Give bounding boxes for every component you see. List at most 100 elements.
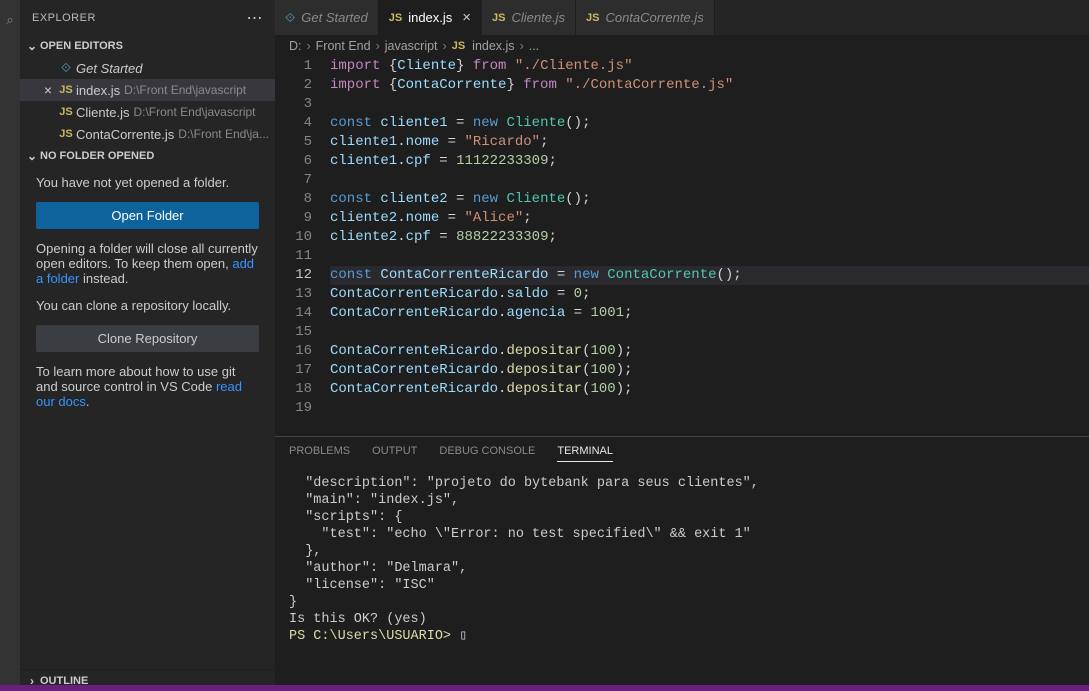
code-line[interactable]: ContaCorrenteRicardo.agencia = 1001; [330,304,1089,323]
js-file-icon: JS [56,84,76,96]
files-icon[interactable]: ⌕ [0,10,20,30]
line-number: 5 [275,133,312,152]
clone-repository-button[interactable]: Clone Repository [36,325,259,352]
editor-item-name: ContaCorrente.js [76,127,174,142]
docs-text: To learn more about how to use git and s… [36,364,259,409]
line-number: 10 [275,228,312,247]
terminal-output[interactable]: "description": "projeto do bytebank para… [275,469,1089,691]
tab-problems[interactable]: PROBLEMS [289,445,350,461]
js-file-icon: JS [56,106,76,118]
editor-item-name: Get Started [76,61,142,76]
code-line[interactable]: import {Cliente} from "./Cliente.js" [330,57,1089,76]
line-number: 9 [275,209,312,228]
chevron-right-icon: › [374,39,382,53]
tab-label: Get Started [301,10,367,25]
code-line[interactable] [330,171,1089,190]
vscode-icon: ⟐ [285,10,295,26]
editor-item-name: index.js [76,83,120,98]
code-line[interactable] [330,247,1089,266]
editor-tab[interactable]: JSContaCorrente.js [576,0,715,35]
terminal-prompt[interactable]: PS C:\Users\USUARIO> ▯ [289,628,1075,645]
terminal-line: "test": "echo \"Error: no test specified… [289,526,1075,543]
code-line[interactable]: cliente2.cpf = 88822233309; [330,228,1089,247]
tab-output[interactable]: OUTPUT [372,445,417,461]
breadcrumb-segment[interactable]: Front End [316,39,371,53]
vscode-icon: ⟐ [56,60,76,76]
js-file-icon: JS [56,128,76,140]
close-icon[interactable]: × [40,82,56,98]
code-line[interactable]: cliente2.nome = "Alice"; [330,209,1089,228]
line-number: 19 [275,399,312,418]
activity-bar: ⌕ [0,0,20,691]
terminal-line: Is this OK? (yes) [289,611,1075,628]
terminal-line: "main": "index.js", [289,492,1075,509]
terminal-line: } [289,594,1075,611]
editor-tab[interactable]: JS Cliente.js [482,0,576,35]
editor-item-path: D:\Front End\javascript [124,83,246,97]
code-line[interactable]: ContaCorrenteRicardo.depositar(100); [330,361,1089,380]
line-number: 3 [275,95,312,114]
code-line[interactable] [330,323,1089,342]
tab-label: Cliente.js [512,10,565,25]
code-editor[interactable]: 12345678910111213141516171819 import {Cl… [275,57,1089,436]
editor-item-name: Cliente.js [76,105,129,120]
tab-bar: ⟐ Get Started JS index.js × JS Cliente.jsJSCon… [275,0,1089,35]
open-editor-item[interactable]: ×JSindex.js D:\Front End\javascript [20,79,275,101]
code-line[interactable]: const cliente2 = new Cliente(); [330,190,1089,209]
code-line[interactable]: ContaCorrenteRicardo.depositar(100); [330,342,1089,361]
open-editors-header[interactable]: ⌄ OPEN EDITORS [20,35,275,57]
breadcrumb-segment[interactable]: ... [529,39,539,53]
js-file-icon: JS [452,40,465,52]
code-line[interactable]: const cliente1 = new Cliente(); [330,114,1089,133]
line-number: 2 [275,76,312,95]
open-editors-list: ⟐Get Started×JSindex.jsD:\Front End\java… [20,57,275,145]
tab-label: index.js [408,10,452,25]
line-number: 15 [275,323,312,342]
js-file-icon: JS [492,12,505,24]
close-icon[interactable]: × [462,9,471,26]
status-bar[interactable] [0,685,1089,691]
line-number: 8 [275,190,312,209]
line-number: 11 [275,247,312,266]
code-line[interactable]: cliente1.nome = "Ricardo"; [330,133,1089,152]
main-area: ⟐Get StartedJSindex.js×JSCliente.jsJSCon… [275,0,1089,691]
breadcrumb-segment[interactable]: D: [289,39,302,53]
line-number: 14 [275,304,312,323]
editor-item-path: D:\Front End\javascript [133,105,255,119]
code-line[interactable]: ContaCorrenteRicardo.depositar(100); [330,380,1089,399]
breadcrumb-segment[interactable]: index.js [472,39,514,53]
editor-tab[interactable]: JSindex.js× [379,0,482,35]
code-line[interactable]: ContaCorrenteRicardo.saldo = 0; [330,285,1089,304]
code-line[interactable]: cliente1.cpf = 11122233309; [330,152,1089,171]
line-number: 17 [275,361,312,380]
open-editor-item[interactable]: JSCliente.js D:\Front End\javascript [20,101,275,123]
breadcrumb-segment[interactable]: javascript [385,39,438,53]
line-number: 12 [275,266,312,285]
editor-tab[interactable]: ⟐ Get Started [275,0,379,35]
line-number: 1 [275,57,312,76]
more-icon[interactable]: ⋯ [247,8,264,28]
tab-debug-console[interactable]: DEBUG CONSOLE [439,445,535,461]
no-folder-text: You have not yet opened a folder. [36,175,259,190]
code-line[interactable]: import {ContaCorrente} from "./ContaCorr… [330,76,1089,95]
code-line[interactable] [330,95,1089,114]
no-folder-panel: You have not yet opened a folder. Open F… [20,167,275,417]
open-folder-button[interactable]: Open Folder [36,202,259,229]
editor-item-path: D:\Front End\ja... [178,127,269,141]
breadcrumbs[interactable]: D:›Front End›javascript›JSindex.js›... [275,35,1089,57]
tab-terminal[interactable]: TERMINAL [557,445,613,462]
open-editor-item[interactable]: ⟐Get Started [20,57,275,79]
chevron-right-icon: › [518,39,526,53]
code-lines[interactable]: import {Cliente} from "./Cliente.js"impo… [330,57,1089,436]
sidebar: EXPLORER ⋯ ⌄ OPEN EDITORS ⟐Get Started×J… [20,0,275,691]
open-editor-item[interactable]: JSContaCorrente.js D:\Front End\ja... [20,123,275,145]
code-line[interactable] [330,399,1089,418]
terminal-line: "license": "ISC" [289,577,1075,594]
sidebar-header: EXPLORER ⋯ [20,0,275,35]
no-folder-header[interactable]: ⌄ NO FOLDER OPENED [20,145,275,167]
tab-label: ContaCorrente.js [605,10,703,25]
line-number: 6 [275,152,312,171]
line-number: 16 [275,342,312,361]
code-line[interactable]: const ContaCorrenteRicardo = new ContaCo… [330,266,1089,285]
line-number: 13 [275,285,312,304]
